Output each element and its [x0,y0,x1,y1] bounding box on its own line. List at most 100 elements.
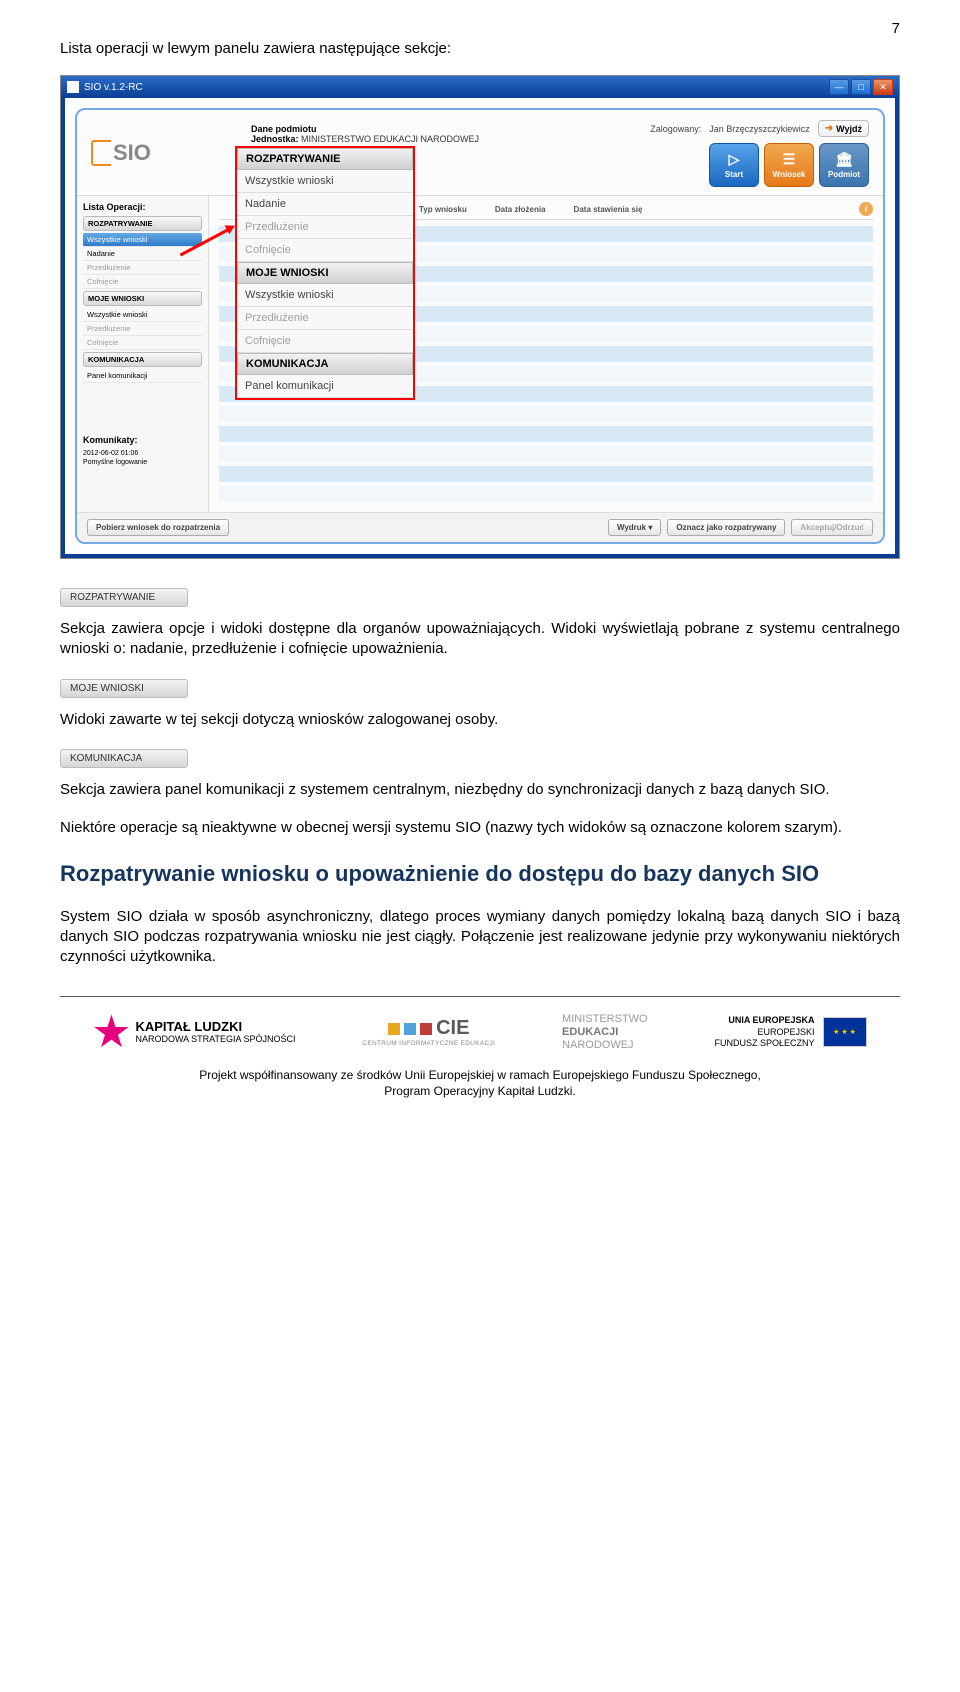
logout-button[interactable]: ➜ Wyjdź [818,120,869,137]
btn-oznacz[interactable]: Oznacz jako rozpatrywany [667,519,785,536]
logout-label: Wyjdź [836,124,862,134]
popup-item-przedluzenie: Przedłużenie [237,216,413,239]
minimize-button[interactable]: — [829,79,849,95]
cie-sub: CENTRUM INFORMATYCZNE EDUKACJI [362,1040,495,1047]
komunikat-text: Pomyślne logowanie [83,458,202,467]
logged-label: Zalogowany: [650,124,701,134]
ue2: EUROPEJSKI [715,1027,815,1039]
cie-sq-icon [420,1023,432,1035]
left-item-przedluzenie[interactable]: Przedłużenie [83,261,202,275]
play-icon: ▷ [729,151,740,168]
cie-sq-icon [388,1023,400,1035]
flag-stars: ★ ★ ★ [833,1028,856,1036]
left-item-cofniecie[interactable]: Cofnięcie [83,275,202,289]
jednostka-label: Jednostka: [251,134,299,144]
logo-row: KAPITAŁ LUDZKI NARODOWA STRATEGIA SPÓJNO… [60,1007,900,1063]
action-start[interactable]: ▷ Start [709,143,759,187]
logo-bracket-icon [91,140,111,166]
left-hdr-kom[interactable]: KOMUNIKACJA [83,352,202,367]
btn-akceptuj[interactable]: Akceptuj/Odrzuć [791,519,873,536]
action-wniosek-label: Wniosek [773,170,806,179]
left-item-wszystkie[interactable]: Wszystkie wnioski [83,233,202,247]
header-right: Zalogowany: Jan Brzęczyszczykiewicz ➜ Wy… [650,120,869,187]
star-icon [93,1014,129,1050]
ue-text: UNIA EUROPEJSKA EUROPEJSKI FUNDUSZ SPOŁE… [715,1015,815,1050]
app-header: SIO Dane podmiotu Jednostka: MINISTERSTW… [77,110,883,196]
popup-item-wszystkie: Wszystkie wnioski [237,170,413,193]
action-wniosek[interactable]: ☰ Wniosek [764,143,814,187]
para-3: Sekcja zawiera panel komunikacji z syste… [60,780,900,800]
action-podmiot-label: Podmiot [828,170,860,179]
left-panel: Lista Operacji: ROZPATRYWANIE Wszystkie … [77,196,209,512]
action-podmiot[interactable]: 🏛 Podmiot [819,143,869,187]
kl-small: NARODOWA STRATEGIA SPÓJNOŚCI [135,1035,295,1045]
th-data-z[interactable]: Data złożenia [495,205,546,214]
popup-item-cofniecie: Cofnięcie [237,239,413,262]
section-heading: Rozpatrywanie wniosku o upoważnienie do … [60,860,900,889]
header-info: Dane podmiotu Jednostka: MINISTERSTWO ED… [251,120,650,144]
popup-hdr-moje: MOJE WNIOSKI [237,262,413,284]
popup-item-wszystkie2: Wszystkie wnioski [237,284,413,307]
page: 7 Lista operacji w lewym panelu zawiera … [0,0,960,1119]
cie-text: CIE [436,1017,469,1040]
info-icon[interactable]: i [859,202,873,216]
app-icon [67,81,79,93]
btn-wydruk-label: Wydruk [617,523,646,532]
left-item-cofniecie2[interactable]: Cofnięcie [83,336,202,350]
maximize-button[interactable]: □ [851,79,871,95]
th-data-s[interactable]: Data stawienia się [574,205,643,214]
komunikaty-label: Komunikaty: [83,435,202,445]
men-logo: MINISTERSTWO EDUKACJI NARODOWEJ [562,1013,648,1053]
callout-popup: ROZPATRYWANIE Wszystkie wnioski Nadanie … [235,146,415,400]
jednostka-value: MINISTERSTWO EDUKACJI NARODOWEJ [301,134,479,144]
table-row[interactable] [219,446,873,462]
building-icon: 🏛 [835,151,853,168]
left-item-przedluzenie2[interactable]: Przedłużenie [83,322,202,336]
footer-line2: Program Operacyjny Kapitał Ludzki. [60,1084,900,1100]
left-hdr-moje[interactable]: MOJE WNIOSKI [83,291,202,306]
left-item-wszystkie2[interactable]: Wszystkie wnioski [83,308,202,322]
form-icon: ☰ [783,151,796,168]
left-hdr-rozpatrywanie[interactable]: ROZPATRYWANIE [83,216,202,231]
left-panel-title: Lista Operacji: [83,202,202,212]
tab-rozpatrywanie: ROZPATRYWANIE [60,588,188,607]
action-start-label: Start [725,170,743,179]
app-inner: SIO Dane podmiotu Jednostka: MINISTERSTW… [75,108,885,544]
men2: EDUKACJI [562,1026,648,1039]
dane-podmiotu-label: Dane podmiotu [251,124,650,134]
kl-text: KAPITAŁ LUDZKI NARODOWA STRATEGIA SPÓJNO… [135,1020,295,1044]
tab-komunikacja: KOMUNIKACJA [60,749,188,768]
table-row[interactable] [219,426,873,442]
doc-footer: KAPITAŁ LUDZKI NARODOWA STRATEGIA SPÓJNO… [60,996,900,1100]
ue-logo: UNIA EUROPEJSKA EUROPEJSKI FUNDUSZ SPOŁE… [715,1015,867,1050]
th-typ[interactable]: Typ wniosku [419,205,467,214]
eu-flag-icon: ★ ★ ★ [823,1017,867,1047]
table-row[interactable] [219,406,873,422]
btn-pobierz[interactable]: Pobierz wniosek do rozpatrzenia [87,519,229,536]
popup-item-przedluzenie2: Przedłużenie [237,307,413,330]
men3: NARODOWEJ [562,1039,648,1052]
header-actions: ▷ Start ☰ Wniosek 🏛 Podmiot [709,143,869,187]
komunikaty-body: 2012-06-02 01:06 Pomyślne logowanie [83,449,202,467]
table-row[interactable] [219,486,873,502]
left-item-panel[interactable]: Panel komunikacji [83,369,202,383]
logged-row: Zalogowany: Jan Brzęczyszczykiewicz ➜ Wy… [650,120,869,137]
chevron-down-icon: ▾ [648,523,652,532]
popup-item-panel: Panel komunikacji [237,375,413,398]
logged-value: Jan Brzęczyszczykiewicz [709,124,810,134]
btn-wydruk[interactable]: Wydruk ▾ [608,519,661,536]
cie-logo: CIE CENTRUM INFORMATYCZNE EDUKACJI [362,1017,495,1047]
spacer [235,519,602,536]
para-5: System SIO działa w sposób asynchroniczn… [60,907,900,968]
window-title: SIO v.1.2-RC [84,82,827,93]
app-screenshot: SIO v.1.2-RC — □ ✕ SIO Dane podmiotu Jed… [60,75,900,559]
app-main: Lista Operacji: ROZPATRYWANIE Wszystkie … [77,196,883,512]
tab-moje-wnioski: MOJE WNIOSKI [60,679,188,698]
footer-line1: Projekt współfinansowany ze środków Unii… [60,1068,900,1084]
cie-top: CIE [388,1017,469,1040]
window-titlebar: SIO v.1.2-RC — □ ✕ [61,76,899,98]
close-button[interactable]: ✕ [873,79,893,95]
table-row[interactable] [219,466,873,482]
jednostka-row: Jednostka: MINISTERSTWO EDUKACJI NARODOW… [251,134,650,144]
logo-text: SIO [113,140,151,166]
